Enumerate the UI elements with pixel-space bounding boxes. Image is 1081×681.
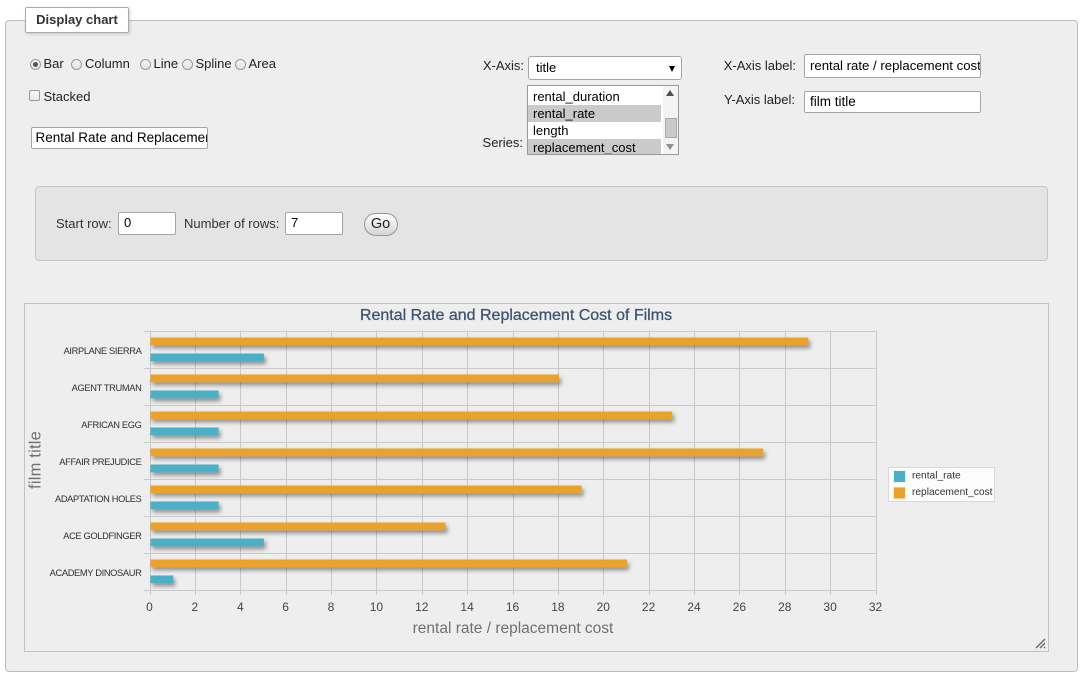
- svg-text:AIRPLANE SIERRA: AIRPLANE SIERRA: [64, 346, 143, 356]
- svg-text:AFFAIR PREJUDICE: AFFAIR PREJUDICE: [59, 457, 141, 467]
- svg-text:10: 10: [370, 600, 384, 614]
- svg-text:film title: film title: [27, 431, 45, 489]
- svg-text:18: 18: [551, 600, 565, 614]
- svg-text:AFRICAN EGG: AFRICAN EGG: [81, 420, 141, 430]
- svg-text:rental_rate: rental_rate: [912, 471, 961, 482]
- svg-text:ACE GOLDFINGER: ACE GOLDFINGER: [63, 531, 142, 541]
- svg-text:24: 24: [687, 600, 701, 614]
- svg-text:2: 2: [192, 600, 199, 614]
- svg-text:6: 6: [282, 600, 289, 614]
- svg-text:AGENT TRUMAN: AGENT TRUMAN: [72, 383, 142, 393]
- svg-text:ADAPTATION HOLES: ADAPTATION HOLES: [55, 494, 142, 504]
- svg-text:22: 22: [642, 600, 656, 614]
- svg-text:8: 8: [328, 600, 335, 614]
- svg-text:rental rate / replacement cost: rental rate / replacement cost: [413, 620, 614, 637]
- svg-text:32: 32: [869, 600, 883, 614]
- svg-text:28: 28: [778, 600, 792, 614]
- svg-text:20: 20: [597, 600, 611, 614]
- svg-text:Rental Rate and Replacement Co: Rental Rate and Replacement Cost of Film…: [360, 307, 672, 324]
- svg-text:26: 26: [733, 600, 747, 614]
- svg-text:replacement_cost: replacement_cost: [912, 487, 993, 498]
- svg-text:16: 16: [506, 600, 520, 614]
- svg-text:12: 12: [415, 600, 429, 614]
- svg-text:14: 14: [460, 600, 474, 614]
- svg-text:ACADEMY DINOSAUR: ACADEMY DINOSAUR: [50, 568, 142, 578]
- svg-text:30: 30: [823, 600, 837, 614]
- svg-text:0: 0: [146, 600, 153, 614]
- svg-text:4: 4: [237, 600, 244, 614]
